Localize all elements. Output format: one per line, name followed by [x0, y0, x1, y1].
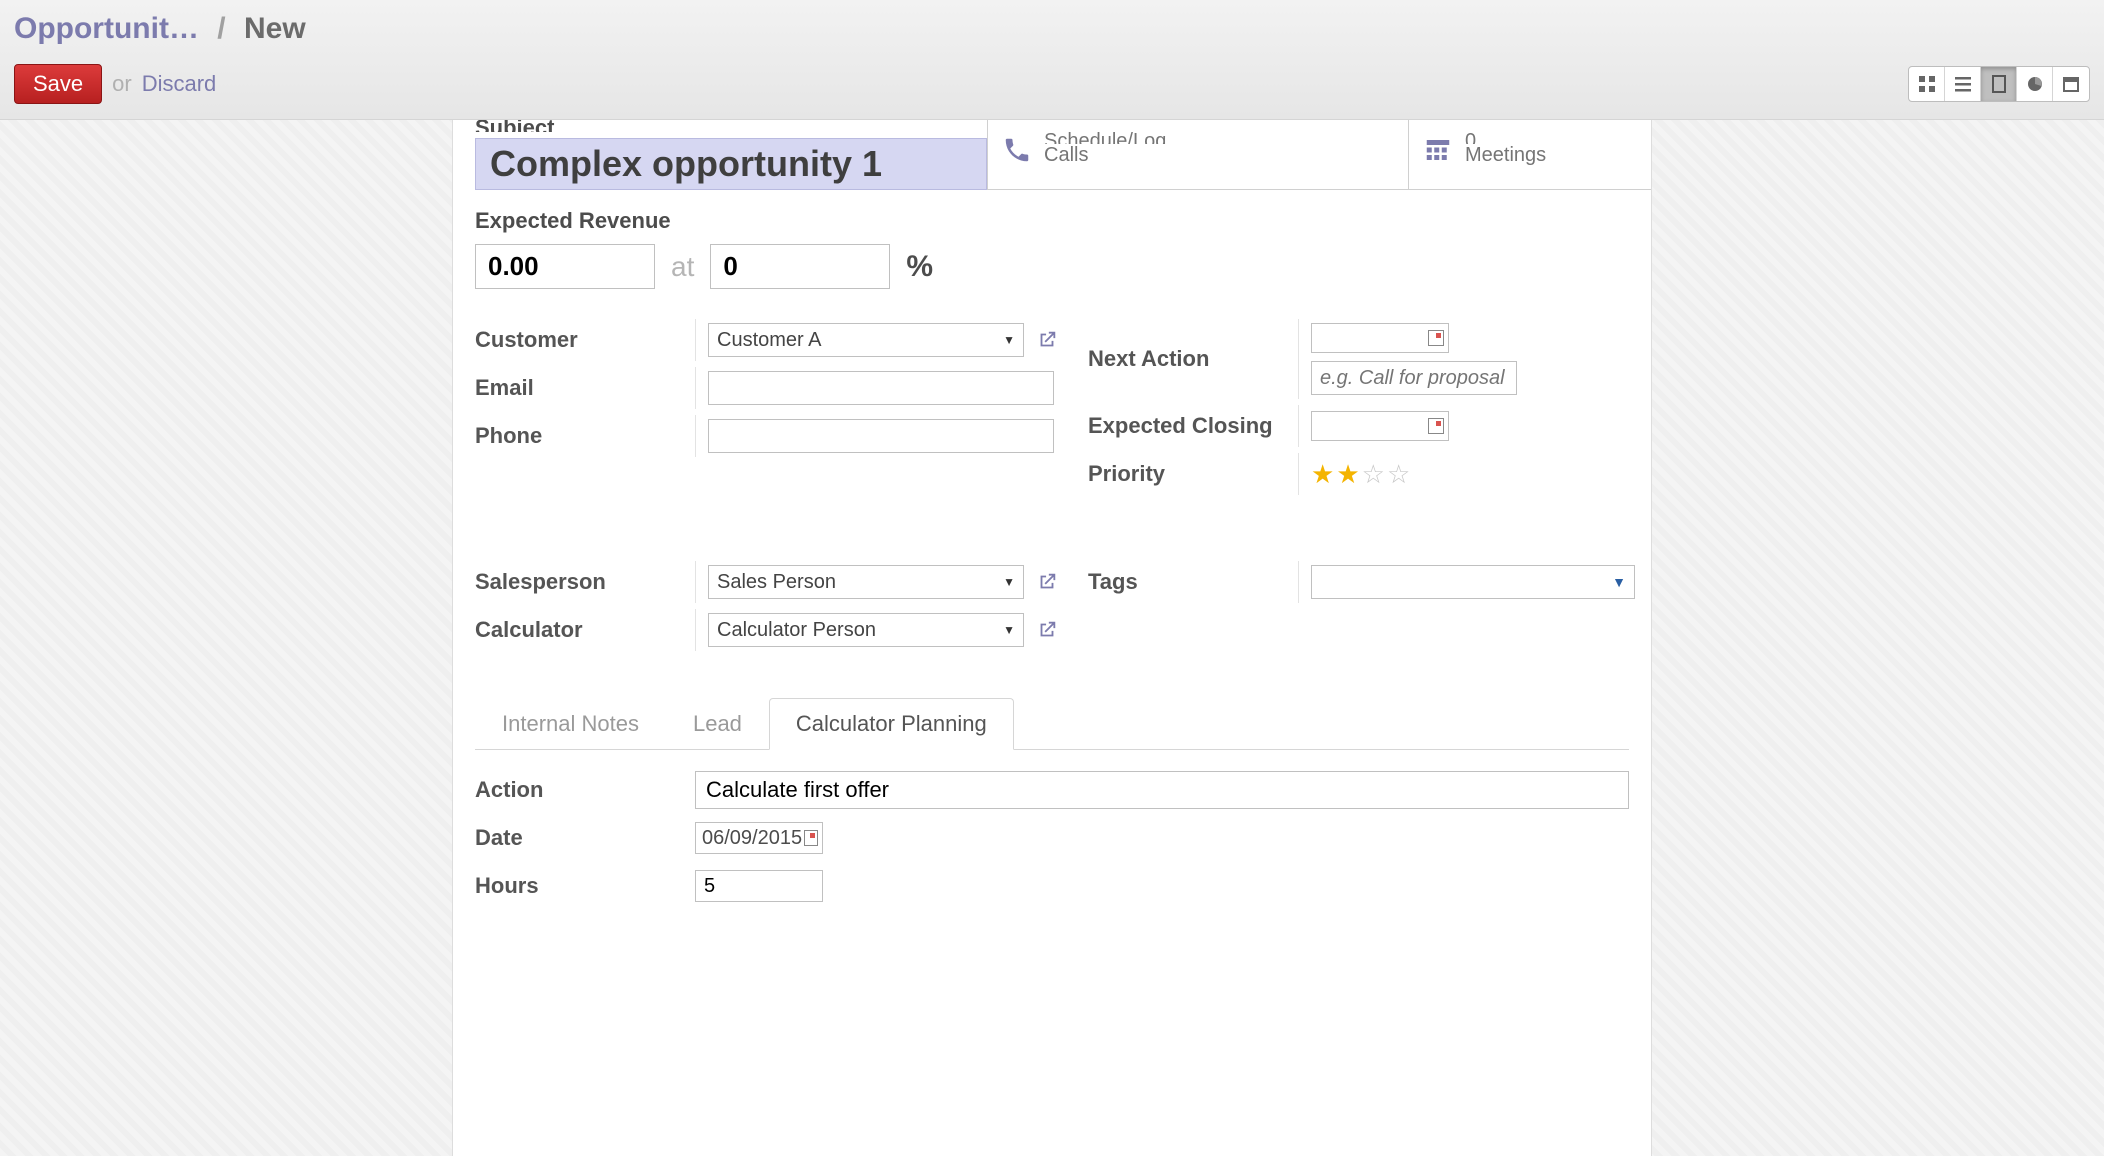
customer-select[interactable]: Customer A ▼: [708, 323, 1024, 357]
calculator-external-link[interactable]: [1036, 619, 1058, 641]
star-2[interactable]: ★: [1336, 459, 1359, 490]
stat-meetings-label: Meetings: [1465, 144, 1652, 167]
tab-lead[interactable]: Lead: [666, 698, 769, 750]
probability-input[interactable]: [710, 244, 890, 289]
calculator-value: Calculator Person: [717, 619, 876, 642]
percent-sign: %: [906, 250, 933, 284]
breadcrumb: Opportunit… / New: [14, 12, 2090, 46]
subject-label: Subject: [475, 120, 987, 132]
pie-chart-icon: [2026, 75, 2044, 93]
discard-link[interactable]: Discard: [142, 71, 217, 97]
planning-date-input[interactable]: 06/09/2015: [695, 822, 823, 854]
salesperson-select[interactable]: Sales Person ▼: [708, 565, 1024, 599]
expected-closing-date-input[interactable]: [1311, 411, 1449, 441]
calculator-label: Calculator: [475, 617, 695, 643]
caret-down-icon: ▼: [1003, 623, 1015, 637]
planning-date-value: 06/09/2015: [702, 827, 802, 850]
star-3[interactable]: ☆: [1362, 459, 1385, 490]
calendar-icon: [2062, 75, 2080, 93]
stat-meetings-count: 0: [1465, 127, 1652, 144]
star-4[interactable]: ☆: [1387, 459, 1410, 490]
salesperson-value: Sales Person: [717, 571, 836, 594]
email-input[interactable]: [708, 371, 1054, 405]
expected-revenue-label: Expected Revenue: [475, 208, 1629, 234]
phone-icon: [1002, 135, 1032, 165]
view-switcher: [1908, 66, 2090, 102]
star-1[interactable]: ★: [1311, 459, 1334, 490]
view-calendar-button[interactable]: [2053, 67, 2089, 101]
calendar-grid-icon: [1423, 135, 1453, 165]
customer-external-link[interactable]: [1036, 329, 1058, 351]
calendar-picker-icon: [1428, 418, 1444, 434]
phone-input[interactable]: [708, 419, 1054, 453]
breadcrumb-separator: /: [217, 12, 225, 45]
or-text: or: [112, 71, 132, 97]
external-link-icon: [1036, 619, 1058, 641]
caret-down-icon: ▼: [1003, 333, 1015, 347]
planning-action-label: Action: [475, 777, 695, 803]
expected-revenue-input[interactable]: [475, 244, 655, 289]
stat-calls-line2: Calls: [1044, 144, 1390, 167]
stat-button-calls[interactable]: Schedule/Log Calls: [987, 120, 1409, 190]
save-button[interactable]: Save: [14, 64, 102, 104]
view-kanban-button[interactable]: [1909, 67, 1945, 101]
tags-label: Tags: [1088, 569, 1298, 595]
calendar-picker-icon: [804, 830, 818, 846]
calculator-select[interactable]: Calculator Person ▼: [708, 613, 1024, 647]
tab-calculator-planning[interactable]: Calculator Planning: [769, 698, 1014, 750]
caret-down-icon: ▼: [1003, 575, 1015, 589]
planning-action-input[interactable]: [695, 771, 1629, 809]
priority-stars[interactable]: ★ ★ ☆ ☆: [1311, 459, 1410, 490]
customer-label: Customer: [475, 327, 695, 353]
email-label: Email: [475, 375, 695, 401]
calendar-picker-icon: [1428, 330, 1444, 346]
stat-calls-line1: Schedule/Log: [1044, 127, 1390, 144]
form-icon: [1990, 75, 2008, 93]
at-text: at: [671, 251, 694, 283]
view-list-button[interactable]: [1945, 67, 1981, 101]
customer-value: Customer A: [717, 329, 821, 352]
list-icon: [1954, 75, 1972, 93]
salesperson-label: Salesperson: [475, 569, 695, 595]
salesperson-external-link[interactable]: [1036, 571, 1058, 593]
breadcrumb-current: New: [244, 12, 306, 45]
planning-hours-input[interactable]: [695, 870, 823, 902]
notebook-tabs: Internal Notes Lead Calculator Planning: [475, 697, 1629, 750]
planning-date-label: Date: [475, 825, 695, 851]
expected-closing-label: Expected Closing: [1088, 413, 1298, 439]
kanban-icon: [1918, 75, 1936, 93]
phone-label: Phone: [475, 423, 695, 449]
external-link-icon: [1036, 571, 1058, 593]
breadcrumb-root-link[interactable]: Opportunit…: [14, 12, 199, 45]
tags-input[interactable]: ▼: [1311, 565, 1635, 599]
subject-input[interactable]: [475, 138, 987, 190]
view-graph-button[interactable]: [2017, 67, 2053, 101]
view-form-button[interactable]: [1981, 67, 2017, 101]
next-action-text-input[interactable]: [1311, 361, 1517, 395]
stat-button-meetings[interactable]: 0 Meetings: [1409, 120, 1652, 190]
next-action-date-input[interactable]: [1311, 323, 1449, 353]
form-sheet: Subject Schedule/Log Calls: [452, 120, 1652, 1156]
external-link-icon: [1036, 329, 1058, 351]
next-action-label: Next Action: [1088, 346, 1298, 372]
tab-internal-notes[interactable]: Internal Notes: [475, 698, 666, 750]
planning-hours-label: Hours: [475, 873, 695, 899]
dropdown-caret-icon: ▼: [1612, 574, 1626, 590]
priority-label: Priority: [1088, 461, 1298, 487]
